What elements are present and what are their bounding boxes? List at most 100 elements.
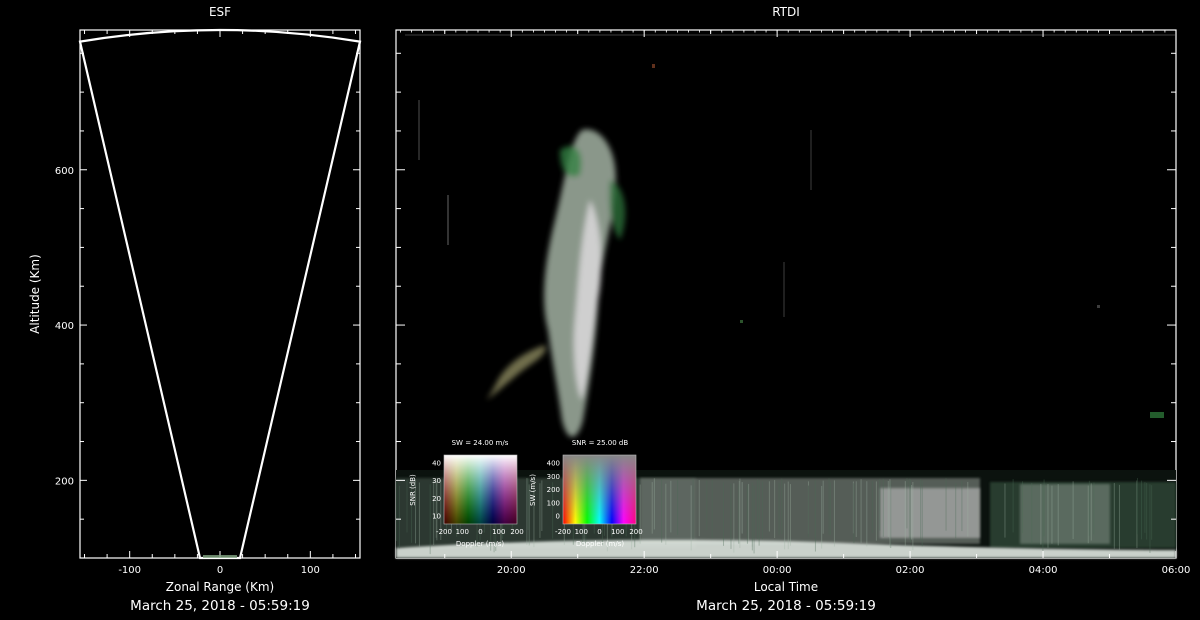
colorbar-snr-x-ticks: -200 100 0 100 200 [555, 528, 643, 536]
rtdi-striation [909, 479, 911, 543]
esf-plot-frame [79, 29, 361, 559]
rtdi-striation [1012, 479, 1014, 533]
rtdi-striation [912, 481, 914, 551]
rtdi-striation [1151, 485, 1153, 540]
rtdi-striation [739, 478, 741, 549]
rtdi-striation [807, 485, 809, 538]
rtdi-striation [406, 479, 408, 533]
rtdi-striation [758, 480, 760, 546]
colorbar-snr-xlabel: Doppler (m/s) [576, 540, 624, 548]
rtdi-striation [961, 480, 963, 532]
colorbar-sw-x-tick-label: 100 [456, 528, 469, 536]
rtdi-striation [1090, 483, 1092, 541]
rtdi-striation [711, 479, 713, 538]
rtdi-striation [398, 485, 400, 549]
colorbar-sw-x-ticks: -200 100 0 100 200 [436, 528, 524, 536]
rtdi-striation [730, 483, 732, 549]
rtdi-striation [781, 478, 783, 535]
rtdi-striation [1093, 482, 1095, 535]
rtdi-striation [746, 484, 748, 544]
rtdi-striation [904, 481, 906, 547]
rtdi-striation [789, 484, 791, 546]
rtdi-striation [911, 484, 913, 540]
rtdi-x-tick-label: 06:00 [1162, 565, 1191, 576]
rtdi-striation [1057, 484, 1059, 546]
rtdi-striation [1118, 484, 1120, 550]
rtdi-x-tick-labels: 20:00 22:00 00:00 02:00 04:00 06:00 [497, 565, 1191, 576]
colorbar-sw-x-tick-label: 200 [510, 528, 523, 536]
colorbar-snr-x-tick-label: 0 [597, 528, 601, 536]
rtdi-striation [396, 481, 398, 542]
rtdi-striation [830, 482, 832, 536]
esf-x-tick-label: -100 [118, 565, 141, 576]
colorbar-sw-xlabel: Doppler (m/s) [456, 540, 504, 548]
esf-y-tick-label: 200 [55, 476, 74, 487]
colorbar-sw-y-tick-label: 30 [432, 477, 441, 485]
esf-x-tick-labels: -100 0 100 [118, 565, 320, 576]
colorbar-snr-x-tick-label: 100 [611, 528, 624, 536]
rtdi-striation [866, 481, 868, 547]
colorbar-snr-y-tick-label: 400 [547, 460, 560, 468]
esf-x-tick-label: 0 [217, 565, 223, 576]
colorbar-snr-y-tick-label: 0 [556, 513, 560, 521]
rtdi-striation [1043, 479, 1045, 537]
rtdi-striation [887, 480, 889, 537]
rtdi-striation [751, 482, 753, 551]
rtdi-striation [1136, 478, 1138, 535]
rtdi-striation [1022, 481, 1024, 534]
colorbar-snr-y-tick-label: 100 [547, 499, 560, 507]
rtdi-striation [1072, 481, 1074, 539]
rtdi-striation [1031, 482, 1033, 544]
rtdi-striation [429, 484, 431, 555]
rtdi-striation [921, 480, 923, 547]
colorbar-sw-x-tick-label: 0 [478, 528, 482, 536]
rtdi-striation [748, 483, 750, 541]
figure-canvas: -100 0 100 200400600 20:00 22:00 00:00 0… [55, 28, 1191, 576]
colorbar-snr-x-tick-label: -200 [555, 528, 571, 536]
rtdi-striation [875, 481, 877, 541]
colorbar-sw-y-tick-label: 40 [432, 460, 441, 468]
rtdi-striation [1146, 482, 1148, 540]
esf-y-tick-label: 600 [55, 166, 74, 177]
rtdi-striation [955, 483, 957, 539]
rtdi-striation [768, 481, 770, 532]
rtdi-striation [871, 481, 873, 533]
rtdi-striation [1042, 485, 1044, 552]
rtdi-striation [677, 480, 679, 535]
esf-x-tick-label: 100 [301, 565, 320, 576]
rtdi-striation [1141, 480, 1143, 540]
colorbar-sw-x-tick-label: 100 [492, 528, 505, 536]
colorbar-snr-title: SNR = 25.00 dB [572, 439, 629, 447]
rtdi-striation [733, 483, 735, 553]
rtdi-x-tick-label: 00:00 [763, 565, 792, 576]
rtdi-x-tick-label: 22:00 [630, 565, 659, 576]
rtdi-striation [1087, 485, 1089, 544]
rtdi-striation [967, 481, 969, 537]
rtdi-striation [1047, 483, 1049, 548]
esf-y-tick-labels: 200 400 600 [55, 166, 74, 488]
rtdi-striation [1040, 483, 1042, 545]
rtdi-striation [706, 480, 708, 531]
rtdi-x-tick-label: 20:00 [497, 565, 526, 576]
rtdi-striation [651, 482, 653, 534]
rtdi-striation [653, 478, 655, 530]
colorbar-sw-ylabel: SNR (dB) [409, 474, 417, 506]
rtdi-striation [741, 482, 743, 533]
rtdi-striation [1004, 483, 1006, 538]
rtdi-striation [853, 483, 855, 544]
rtdi-striation [692, 478, 694, 540]
rtdi-striation [882, 478, 884, 537]
rtdi-striation [539, 483, 541, 538]
rtdi-striation [723, 482, 725, 546]
colorbar-sw-y-tick-label: 10 [432, 513, 441, 521]
rtdi-striation [879, 478, 881, 531]
rtdi-striation [814, 480, 816, 538]
rtdi-striation [906, 478, 908, 529]
rtdi-striation [690, 485, 692, 551]
rtdi-striation [821, 485, 823, 549]
rtdi-striation [908, 478, 910, 539]
rtdi-striation [855, 481, 857, 537]
rtdi-striation [1051, 485, 1053, 544]
colorbar-snr-x-tick-label: 200 [629, 528, 642, 536]
rtdi-striation [945, 478, 947, 531]
